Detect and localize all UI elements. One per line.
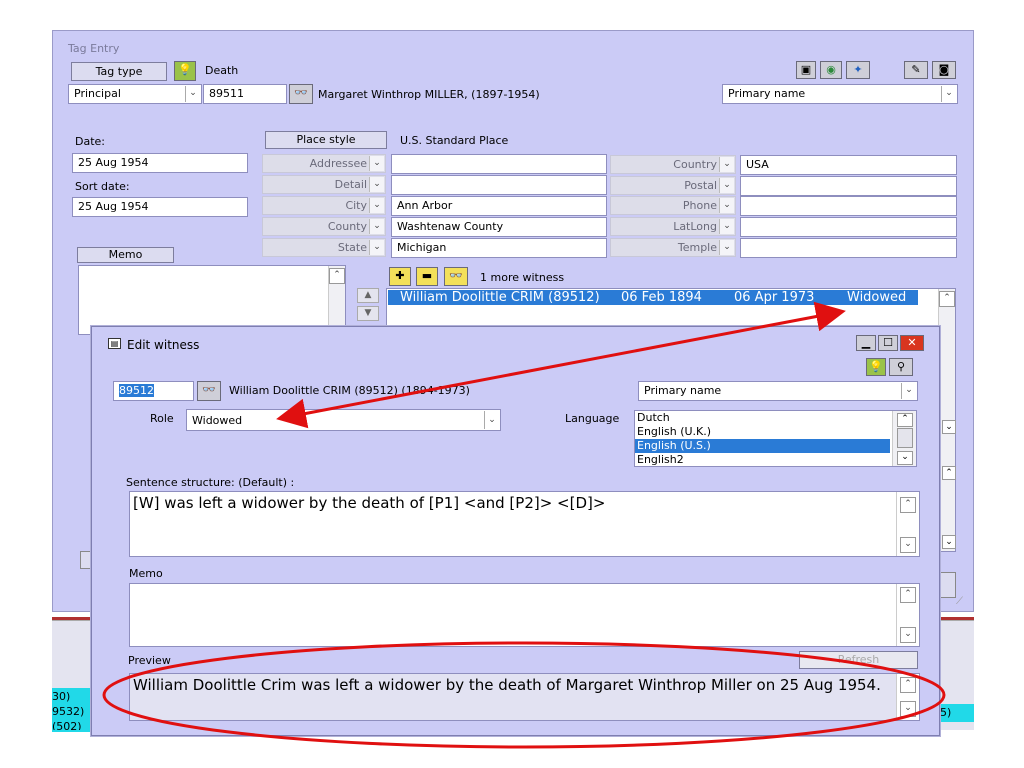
- annotation-ellipse: [102, 641, 946, 749]
- annotation-overlay: [102, 301, 946, 749]
- annotation-arrow: [276, 301, 846, 429]
